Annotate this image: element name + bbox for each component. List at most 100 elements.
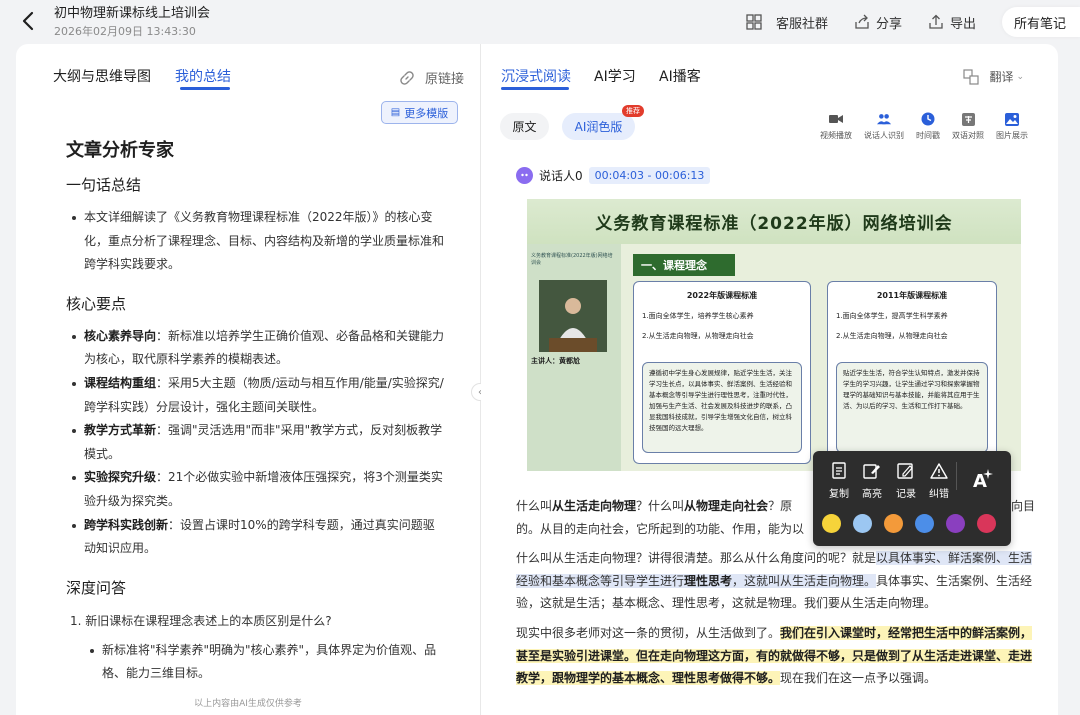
- slide-section-title: 一、课程理念: [633, 254, 735, 276]
- speaker-row: 说话人0 00:04:03 - 00:06:13: [516, 167, 711, 184]
- tab-my-summary[interactable]: 我的总结: [175, 66, 231, 86]
- back-icon[interactable]: [18, 9, 40, 33]
- export-icon: [929, 14, 943, 29]
- toolbar-separator: [956, 462, 957, 490]
- page-title: 初中物理新课标线上培训会: [54, 6, 211, 21]
- video-icon: [829, 112, 843, 126]
- speaker-name[interactable]: 说话人0: [539, 167, 583, 184]
- key-point-item: 跨学科实践创新：设置占课时10%的跨学科专题，通过真实问题驱动知识应用。: [66, 514, 446, 561]
- export-button[interactable]: 导出: [928, 13, 976, 32]
- correct-button[interactable]: 纠错: [924, 461, 954, 500]
- original-link-label: 原链接: [424, 72, 464, 87]
- text-run: 什么叫从生活走向物理？讲得很清楚。那么从什么角度问的呢？就是: [516, 551, 877, 565]
- tab-outline[interactable]: 大纲与思维导图: [53, 66, 151, 86]
- bilingual-icon: [961, 112, 975, 126]
- tool-image-display[interactable]: 图片展示: [996, 112, 1028, 141]
- tool-label: 双语对照: [952, 131, 984, 140]
- note-button[interactable]: 记录: [891, 461, 921, 500]
- chevron-down-icon: ⌄: [1016, 71, 1024, 82]
- highlighted-text[interactable]: ，这就叫从生活走向物理。: [732, 573, 877, 588]
- ai-disclaimer: 以上内容由AI生成仅供参考: [194, 699, 302, 709]
- recommend-badge: 推荐: [622, 105, 644, 117]
- template-icon: ▤: [390, 107, 401, 118]
- text-run: 现在我们在这一点予以强调。: [780, 671, 937, 685]
- page-datetime: 2026年02月09日 13:43:30: [54, 25, 196, 38]
- key-point-term: 实验探究升级: [84, 470, 157, 485]
- summary-heading: 文章分析专家: [66, 140, 174, 161]
- translate-label: 翻译: [989, 70, 1014, 84]
- video-frame[interactable]: 义务教育课程标准（2022年版）网络培训会 义务教育课程标准(2022年版)网络…: [527, 199, 1021, 471]
- color-swatch-blue[interactable]: [915, 514, 934, 533]
- color-swatch-red[interactable]: [977, 514, 996, 533]
- original-link-button[interactable]: 原链接: [399, 68, 464, 87]
- slide-card-line: 1.面向全体学生，培养学生核心素养: [642, 312, 754, 320]
- reading-panel: 沉浸式阅读 AI学习 AI播客 翻译 ⌄ 原文 AI润色版 推荐 视频播放 说话…: [481, 44, 1058, 715]
- original-text-toggle[interactable]: 原文: [500, 113, 549, 140]
- color-swatch-orange[interactable]: [884, 514, 903, 533]
- text-run: 从物理走向社会: [684, 499, 769, 513]
- share-button[interactable]: 分享: [854, 13, 902, 32]
- service-group-button[interactable]: 客服社群: [746, 13, 828, 32]
- text-run: ？原: [768, 499, 793, 513]
- tab-ai-learning[interactable]: AI学习: [594, 66, 636, 86]
- text-run: 什么叫: [516, 499, 553, 513]
- color-swatch-yellow[interactable]: [822, 514, 841, 533]
- image-icon: [1005, 112, 1019, 126]
- key-point-term: 课程结构重组: [84, 375, 157, 390]
- warning-icon: [930, 461, 948, 481]
- tab-immersive-reading[interactable]: 沉浸式阅读: [501, 66, 571, 86]
- highlight-icon: [863, 461, 881, 481]
- correct-label: 纠错: [929, 489, 949, 500]
- tool-video-playback[interactable]: 视频播放: [820, 112, 852, 141]
- slide-card-title: 2011年版课程标准: [876, 291, 948, 300]
- key-point-item: 课程结构重组：采用5大主题（物质/运动与相互作用/能量/实验探究/跨学科实践）分…: [66, 372, 446, 419]
- slide-card-2011: 2011年版课程标准 1.面向全体学生，提高学生科学素养 2.从生活走向物理，从…: [827, 281, 997, 464]
- tab-ai-podcast[interactable]: AI播客: [659, 66, 701, 86]
- key-point-term: 教学方式革新: [84, 423, 157, 438]
- slide-card-line: 1.面向全体学生，提高学生科学素养: [836, 312, 948, 320]
- share-label: 分享: [875, 16, 902, 32]
- text-run: 从生活走向物理: [552, 499, 637, 513]
- view-tools: 视频播放 说话人识别 时间戳 双语对照 图片展示: [808, 112, 1028, 141]
- timestamp-badge[interactable]: 00:04:03 - 00:06:13: [588, 167, 711, 184]
- key-point-term: 核心素养导向: [84, 328, 157, 343]
- text-run: 向目: [1011, 499, 1036, 513]
- service-group-label: 客服社群: [775, 16, 828, 32]
- copy-icon: [831, 461, 847, 481]
- ai-polish-toggle[interactable]: AI润色版: [562, 113, 635, 140]
- speaker-icon: [877, 112, 891, 126]
- highlighted-text[interactable]: 以具体事实、鲜活案例、: [876, 551, 1009, 565]
- slide-left-title: 义务教育课程标准(2022年版)网络培训会: [531, 253, 613, 266]
- tool-label: 图片展示: [996, 131, 1028, 140]
- key-point-item: 实验探究升级：21个必做实验中新增液体压强探究，将3个测量类实验升级为探究类。: [66, 466, 446, 513]
- key-point-term: 跨学科实践创新: [84, 517, 169, 532]
- one-line-summary-text: 本文详细解读了《义务教育物理课程标准（2022年版）》的核心变化，重点分析了课程…: [66, 206, 446, 277]
- slide-host: 主讲人：黄都尬: [531, 357, 580, 365]
- tool-label: 视频播放: [820, 131, 852, 140]
- ai-assist-icon[interactable]: A: [970, 466, 996, 496]
- speaker-avatar-icon: [516, 167, 533, 184]
- one-line-summary-list: 本文详细解读了《义务教育物理课程标准（2022年版）》的核心变化，重点分析了课程…: [66, 206, 446, 277]
- highlighted-text[interactable]: 理性思考: [684, 573, 733, 588]
- export-label: 导出: [949, 16, 976, 32]
- slide-card-box: 遵循初中学生身心发展规律，贴近学生生活，关注学习生长点，以具体事实、鲜活案例、生…: [642, 362, 802, 453]
- translate-icon: [963, 68, 980, 85]
- more-templates-button[interactable]: ▤ 更多模版: [381, 101, 458, 124]
- color-swatch-purple[interactable]: [946, 514, 965, 533]
- slide-card-title: 2022年版课程标准: [686, 291, 758, 300]
- highlight-button[interactable]: 高亮: [857, 461, 887, 500]
- transcript-paragraph[interactable]: 什么叫从生活走向物理？讲得很清楚。那么从什么角度问的呢？就是以具体事实、鲜活案例…: [516, 547, 1036, 615]
- highlight-color-palette: [822, 514, 1008, 533]
- translate-button[interactable]: 翻译 ⌄: [963, 68, 1024, 85]
- color-swatch-light-blue[interactable]: [853, 514, 872, 533]
- tool-label: 时间戳: [916, 131, 940, 140]
- tool-bilingual[interactable]: 双语对照: [952, 112, 984, 141]
- tool-timestamp[interactable]: 时间戳: [916, 112, 940, 141]
- transcript-paragraph[interactable]: 现实中很多老师对这一条的贯彻，从生活做到了。我们在引入课堂时，经常把生活中的鲜活…: [516, 622, 1036, 690]
- qa-answer: 新标准将"科学素养"明确为"核心素养"，具体界定为价值观、品格、能力三维目标。: [66, 639, 446, 686]
- copy-button[interactable]: 复制: [824, 461, 854, 500]
- all-notes-button[interactable]: 所有笔记: [1001, 7, 1080, 37]
- tool-speaker-recognition[interactable]: 说话人识别: [864, 112, 904, 141]
- note-label: 记录: [896, 489, 916, 500]
- slide-banner: 义务教育课程标准（2022年版）网络培训会: [527, 199, 1021, 244]
